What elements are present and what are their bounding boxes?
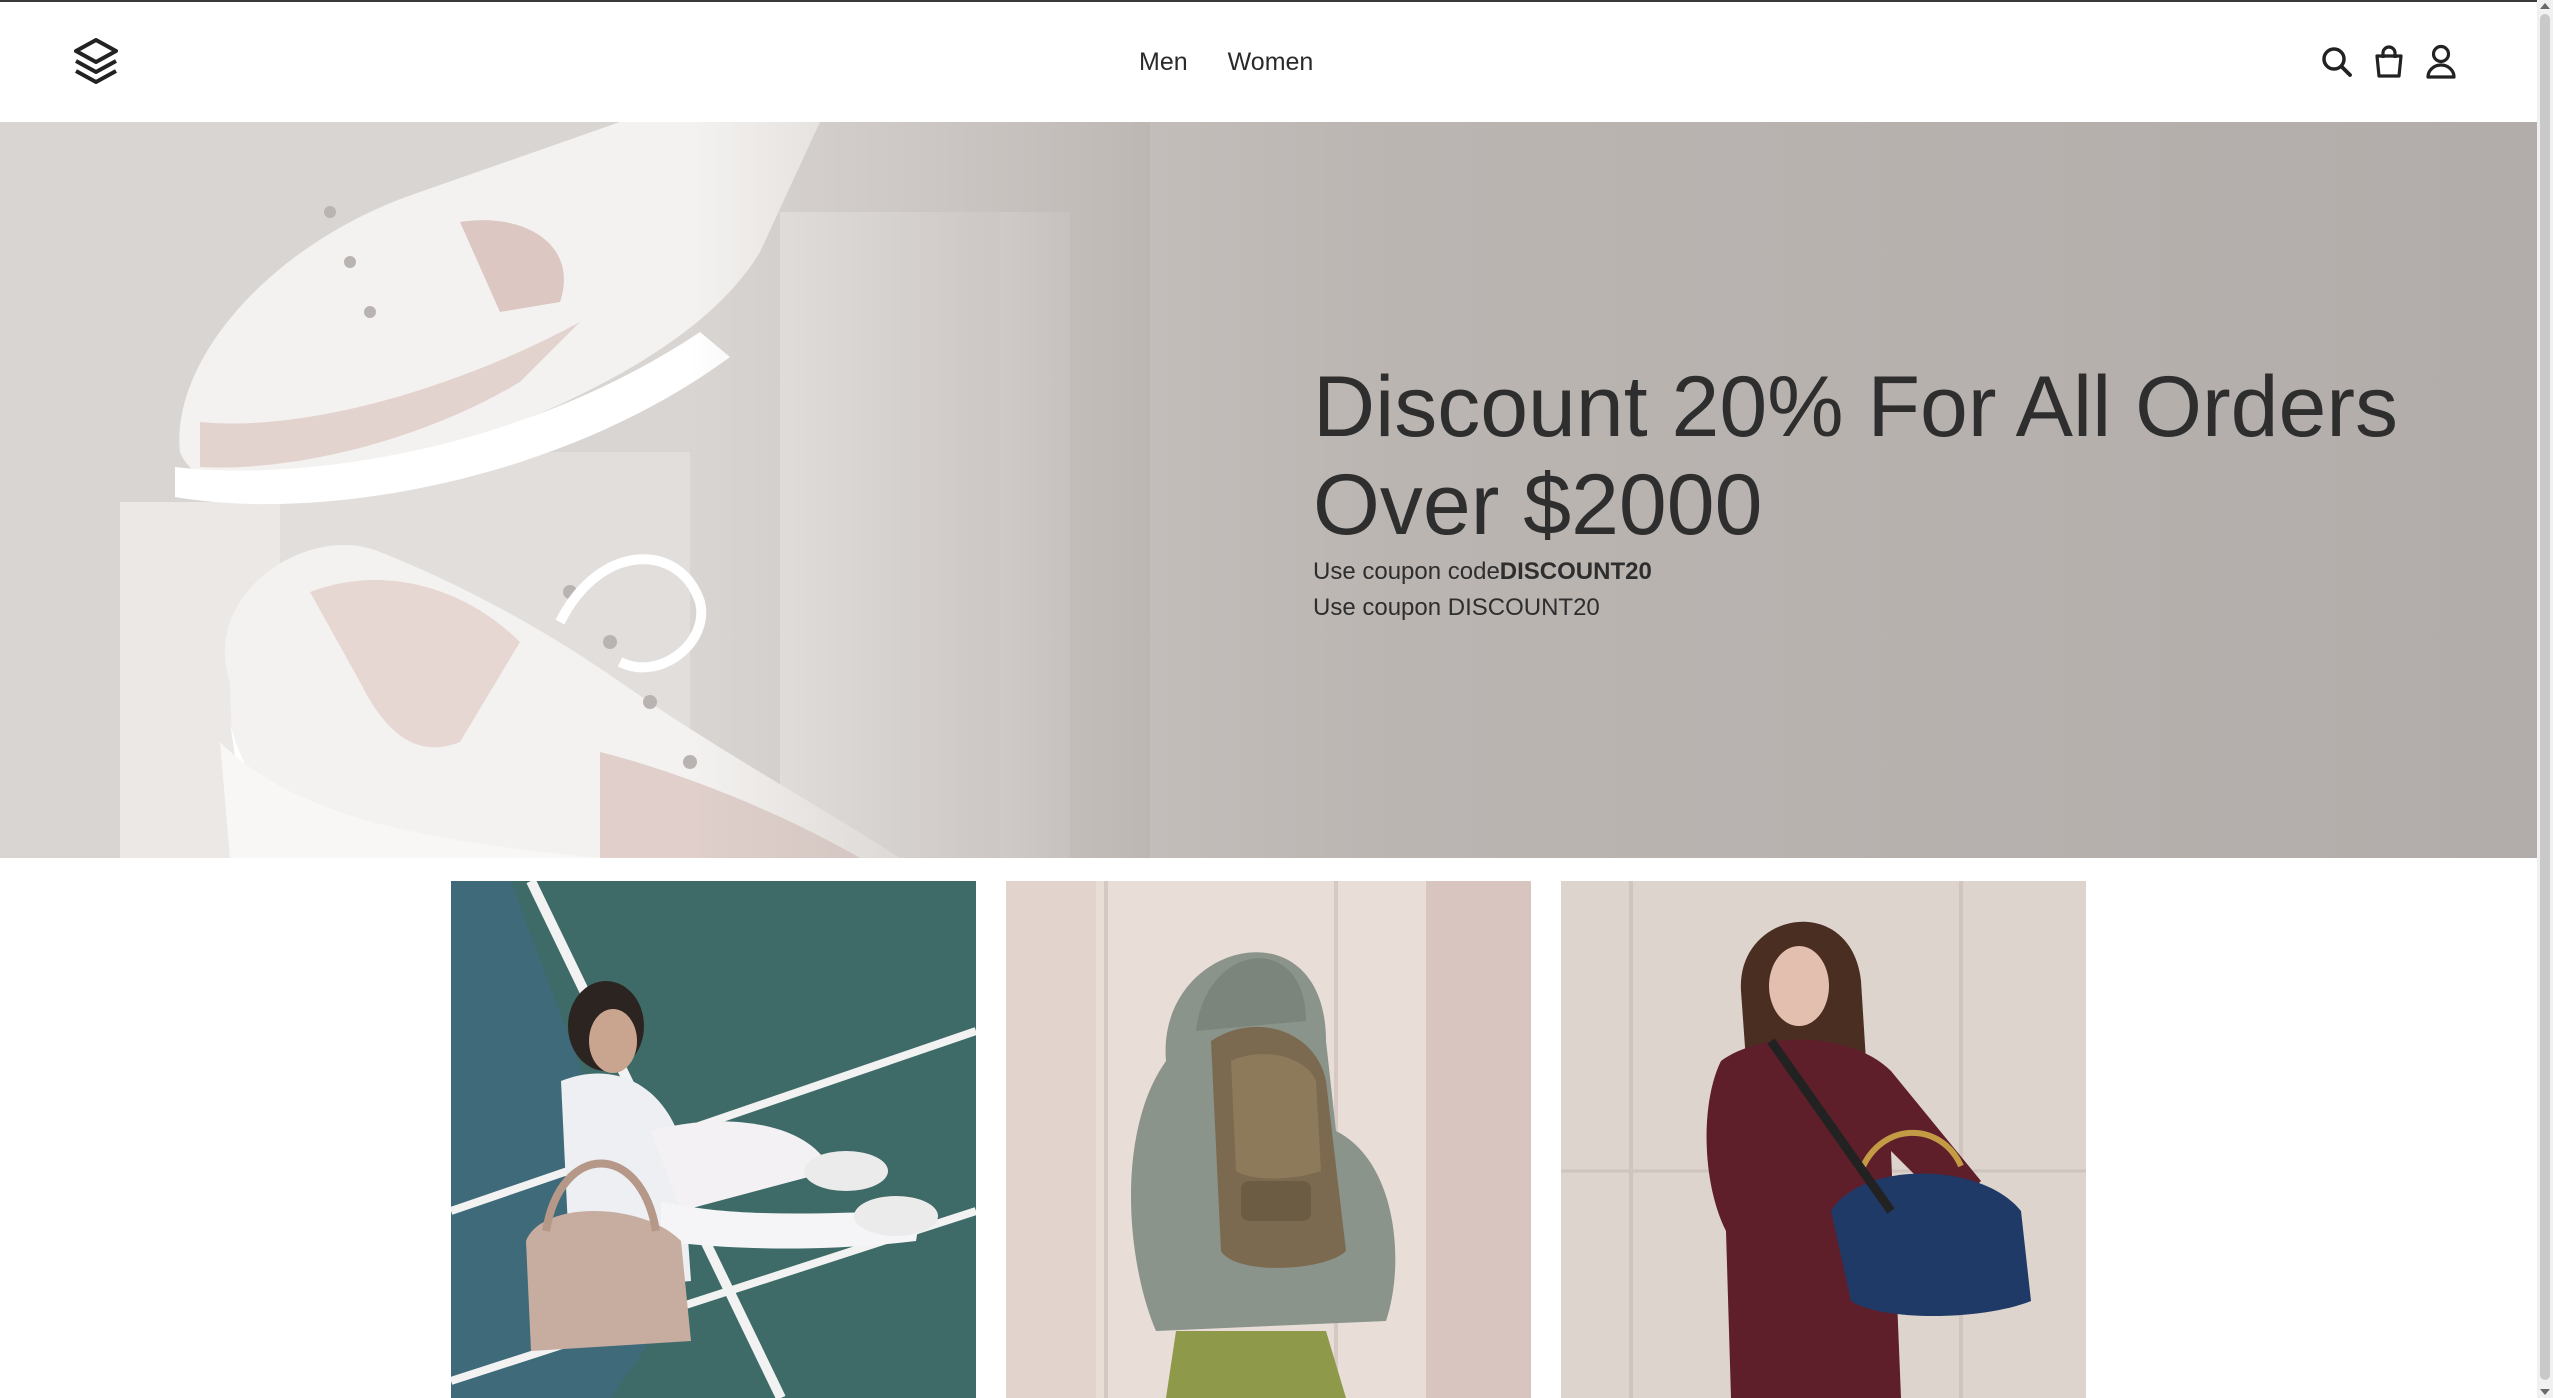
coupon-line-2: Use coupon DISCOUNT20 [1313,594,1600,621]
nav-item-men[interactable]: Men [1139,48,1188,77]
search-icon[interactable] [2320,44,2354,80]
hero-title: Discount 20% For All Orders Over $2000 [1313,359,2398,553]
product-card-backpack[interactable] [1006,881,1531,1398]
hero-subtitle: Use coupon codeDISCOUNT20 Use coupon DIS… [1313,554,1652,626]
nav-item-women[interactable]: Women [1228,48,1314,77]
logo-icon[interactable] [74,38,118,86]
product-card-tennis-court[interactable] [451,881,976,1398]
coupon-text: Use coupon code [1313,558,1500,585]
tennis-court-bag-photo [451,881,976,1398]
duffel-bag-photo [1561,881,2086,1398]
user-icon[interactable] [2424,44,2458,80]
site-header: Men Women [0,2,2537,122]
scroll-up-arrow[interactable] [2540,3,2550,9]
product-card-duffel[interactable] [1561,881,2086,1398]
hero-banner: Discount 20% For All Orders Over $2000 U… [0,122,2537,858]
header-icons [2320,44,2458,80]
main-nav: Men Women [1139,48,1313,77]
scroll-thumb[interactable] [2540,14,2550,1380]
scroll-down-arrow[interactable] [2540,1389,2550,1395]
coupon-code: DISCOUNT20 [1499,558,1652,585]
backpack-photo [1006,881,1531,1398]
cart-icon[interactable] [2372,44,2406,80]
coupon-line-1: Use coupon codeDISCOUNT20 [1313,554,1652,590]
vertical-scrollbar[interactable] [2537,0,2553,1398]
product-grid [451,881,2086,1398]
hero-sneakers-image [0,122,1150,858]
